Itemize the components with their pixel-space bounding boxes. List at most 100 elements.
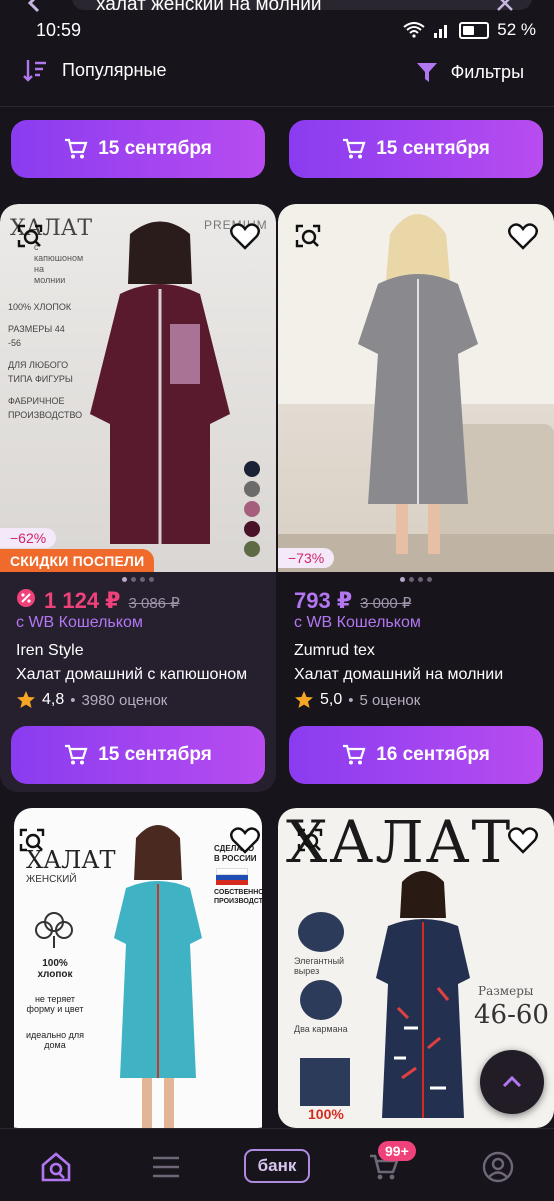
discount-badge: −73% (278, 548, 335, 568)
detail-photo (298, 912, 344, 952)
nav-bank[interactable]: банк (244, 1149, 310, 1183)
filters-label: Фильтры (450, 61, 524, 82)
product-card[interactable]: ХАЛАТ ЖЕНСКИЙ СДЕЛАНО В РОССИИ СОБСТВЕНН… (0, 808, 276, 1128)
delivery-button[interactable]: 15 сентября (11, 120, 265, 178)
review-count: 5 оценок (359, 691, 421, 709)
image-search-icon[interactable] (18, 826, 46, 854)
image-feature: ДЛЯ ЛЮБОГО ТИПА ФИГУРЫ (8, 360, 73, 384)
product-image[interactable]: ХАЛАТ с капюшоном на молнии PREMIUM 100%… (0, 204, 276, 572)
rating-value: 5,0 (320, 691, 343, 708)
cart-badge: 99+ (378, 1141, 416, 1161)
scroll-to-top-button[interactable] (480, 1050, 544, 1114)
profile-icon (482, 1151, 514, 1183)
favorite-heart-icon[interactable] (508, 826, 538, 854)
wifi-icon (403, 22, 425, 38)
price: 1 124 ₽ (44, 588, 121, 613)
wallet-label: с WB Кошельком (16, 614, 143, 631)
image-pager (400, 577, 432, 582)
favorite-heart-icon[interactable] (508, 222, 538, 250)
product-photo (90, 221, 260, 557)
signal-icon (434, 25, 448, 38)
image-search-icon[interactable] (16, 222, 44, 250)
controls-row: Популярные Фильтры (0, 46, 554, 107)
image-features: 100% ХЛОПОК РАЗМЕРЫ 44 -56 ДЛЯ ЛЮБОГО ТИ… (8, 300, 83, 422)
promo-badge: СКИДКИ ПОСПЕЛИ (0, 549, 155, 572)
sort-button[interactable]: Популярные (22, 58, 166, 82)
product-photo (376, 871, 470, 1118)
image-pager (122, 577, 154, 582)
menu-icon (153, 1156, 179, 1178)
nav-home[interactable] (36, 1147, 76, 1187)
image-feature: 100% хлопок (37, 958, 73, 980)
delivery-button[interactable]: 16 сентября (289, 726, 543, 784)
home-search-icon (41, 1152, 71, 1182)
image-feature: не теряет форму и цвет (26, 994, 84, 1014)
brand-name: Zumrud tex (294, 642, 375, 659)
image-own-production: СОБСТВЕННОЕ ПРОИЗВОДСТВО (214, 889, 262, 905)
status-icons: 52 % (403, 20, 536, 40)
image-note: Два кармана (294, 1024, 348, 1034)
image-note: Элегантный вырез (294, 956, 345, 976)
cotton-icon (35, 912, 73, 948)
image-subtitle: ЖЕНСКИЙ (26, 874, 77, 885)
brand-name: Iren Style (16, 642, 84, 659)
delivery-date: 15 сентября (376, 138, 490, 159)
product-image[interactable]: ХАЛАТ ЖЕНСКИЙ СДЕЛАНО В РОССИИ СОБСТВЕНН… (14, 808, 262, 1128)
review-count: 3980 оценок (81, 691, 168, 709)
nav-catalog[interactable] (146, 1147, 186, 1187)
favorite-heart-icon[interactable] (230, 826, 260, 854)
old-price: 3 000 ₽ (360, 595, 412, 612)
product-name[interactable]: Халат домашний с капюшоном (16, 666, 266, 684)
clear-icon[interactable] (494, 0, 516, 14)
sort-icon (23, 60, 46, 82)
image-search-icon[interactable] (294, 222, 322, 250)
product-image[interactable]: −73% (278, 204, 554, 572)
battery-icon (459, 21, 490, 39)
search-query[interactable]: халат женский на молнии (96, 0, 322, 16)
old-price: 3 086 ₽ (128, 595, 180, 612)
image-feature: РАЗМЕРЫ 44 -56 (8, 324, 65, 348)
delivery-date: 15 сентября (98, 138, 212, 159)
image-search-icon[interactable] (296, 826, 324, 854)
image-sizes: 46-60 (474, 1000, 549, 1030)
cart-icon (65, 744, 88, 765)
nav-profile[interactable] (478, 1147, 518, 1187)
delivery-button[interactable]: 15 сентября (289, 120, 543, 178)
price: 793 ₽ (294, 588, 353, 613)
delivery-date: 16 сентября (376, 744, 490, 765)
image-feature: ФАБРИЧНОЕ ПРОИЗВОДСТВО (8, 396, 83, 420)
discount-badge: −62% (0, 528, 57, 548)
product-photo (278, 204, 554, 572)
detail-photo (300, 1058, 350, 1106)
top-bar: халат женский на молнии 10:59 52 % (0, 0, 554, 46)
cart-icon (343, 138, 366, 159)
price-row: 793 ₽ 3 000 ₽ (294, 588, 411, 614)
filters-button[interactable]: Фильтры (415, 60, 524, 84)
wallet-label: с WB Кошельком (294, 614, 421, 631)
image-feature: 100% ХЛОПОК (8, 302, 72, 312)
image-note: 100% (308, 1106, 344, 1122)
russia-flag-icon (216, 868, 248, 885)
sale-tag-icon (17, 589, 35, 607)
battery-level: 52 % (497, 20, 536, 39)
favorite-heart-icon[interactable] (230, 222, 260, 250)
image-feature: идеально для дома (25, 1030, 85, 1050)
star-icon (295, 691, 313, 708)
filter-icon (416, 63, 437, 82)
product-card[interactable]: ХАЛАТ с капюшоном на молнии PREMIUM 100%… (0, 204, 276, 792)
price-row: 1 124 ₽ 3 086 ₽ (16, 588, 180, 614)
back-arrow-icon[interactable] (24, 0, 46, 14)
status-time: 10:59 (36, 20, 82, 40)
product-card[interactable]: −73% 793 ₽ 3 000 ₽ с WB Кошельком Zumrud… (278, 204, 554, 792)
rating-value: 4,8 (42, 691, 65, 708)
star-icon (17, 691, 35, 708)
cart-icon (65, 138, 88, 159)
delivery-button[interactable]: 15 сентября (11, 726, 265, 784)
image-sizes-label: Размеры (478, 984, 534, 998)
product-name[interactable]: Халат домашний на молнии (294, 666, 544, 684)
cart-icon (343, 744, 366, 765)
detail-photo (300, 980, 342, 1020)
bottom-nav: банк 99+ (0, 1128, 554, 1201)
delivery-date: 15 сентября (98, 744, 212, 765)
sort-label: Популярные (62, 59, 167, 80)
